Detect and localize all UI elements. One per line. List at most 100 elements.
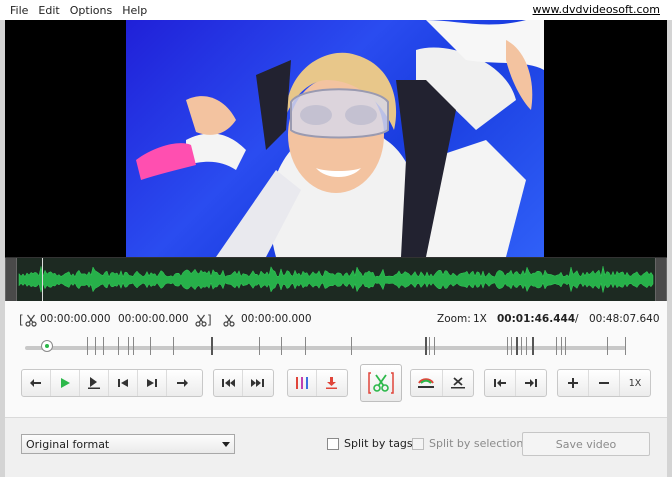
menu-edit[interactable]: Edit [33, 4, 64, 17]
time-row: [ 00:00:00.000 00:00:00.000 ] 00:00:00.0… [5, 313, 667, 329]
timeline-tick [173, 337, 174, 355]
play-selection-icon [88, 377, 100, 389]
timeline-tick [625, 337, 626, 355]
delete-segment-button[interactable] [443, 370, 474, 396]
zoom-value: 1X [473, 313, 487, 325]
fade-button[interactable] [411, 370, 443, 396]
start-scissors-icon[interactable] [25, 314, 37, 327]
step-forward-button[interactable] [167, 370, 196, 396]
jump-back-button[interactable] [214, 370, 243, 396]
timeline-tick [434, 337, 435, 355]
menu-file[interactable]: File [0, 4, 33, 17]
cut-icon [368, 372, 394, 394]
timeline-tick [95, 337, 96, 355]
play-selection-button[interactable] [80, 370, 109, 396]
output-panel: Original format Split by tags Split by s… [5, 417, 667, 472]
goto-controls [484, 369, 547, 397]
goto-end-button[interactable] [516, 370, 546, 396]
output-format-select[interactable]: Original format [21, 434, 235, 454]
time-separator: / [575, 313, 579, 325]
fast-forward-icon [251, 379, 264, 387]
split-by-tags-label: Split by tags [344, 437, 413, 450]
split-by-selections-option: Split by selections [412, 437, 529, 450]
play-icon [60, 378, 70, 388]
selection-start-bracket-icon[interactable]: [ [19, 313, 24, 327]
video-frame-image [136, 20, 544, 257]
split-by-selections-checkbox [412, 437, 424, 450]
timeline-slider-knob[interactable] [41, 340, 54, 352]
timeline-tick [425, 337, 427, 355]
timeline-tick [507, 337, 508, 355]
waveform-playhead [42, 258, 43, 302]
video-preview[interactable] [5, 20, 667, 257]
rewind-icon [221, 379, 235, 387]
split-markers-button[interactable] [288, 370, 317, 396]
next-frame-button[interactable] [138, 370, 167, 396]
cut-point-scissors-icon[interactable] [223, 314, 235, 327]
timeline-tick [351, 337, 352, 355]
split-by-tags-option[interactable]: Split by tags [327, 437, 413, 450]
audio-waveform[interactable] [5, 257, 667, 302]
zoom-out-icon [599, 382, 609, 384]
download-icon [326, 377, 337, 389]
split-by-selections-label: Split by selections [429, 437, 530, 450]
arrow-left-icon [30, 379, 41, 387]
edit-controls [410, 369, 474, 397]
total-duration: 00:48:07.640 [589, 313, 660, 325]
timeline-tick [429, 337, 430, 355]
jump-forward-button[interactable] [243, 370, 272, 396]
timeline-tick [281, 337, 282, 355]
menu-bar: File Edit Options Help www.dvdvideosoft.… [0, 0, 672, 20]
play-button[interactable] [51, 370, 80, 396]
timeline-tick [211, 337, 213, 355]
waveform-right-handle[interactable] [655, 258, 667, 302]
goto-end-icon [524, 379, 537, 387]
add-marker-button[interactable] [317, 370, 346, 396]
selection-start-time: 00:00:00.000 [40, 313, 111, 325]
timeline-tick [133, 337, 134, 355]
end-scissors-icon[interactable] [195, 314, 207, 327]
zoom-in-icon [568, 378, 578, 388]
fade-icon [418, 378, 435, 388]
selection-end-time: 00:00:00.000 [118, 313, 189, 325]
controls-panel: [ 00:00:00.000 00:00:00.000 ] 00:00:00.0… [5, 301, 667, 417]
goto-start-button[interactable] [485, 370, 516, 396]
menu-options[interactable]: Options [65, 4, 117, 17]
zoom-label: Zoom: [437, 313, 471, 325]
timeline-tick [150, 337, 151, 355]
current-time: 00:01:46.444 [497, 313, 576, 325]
next-frame-icon [147, 379, 157, 387]
jump-controls [213, 369, 274, 397]
prev-frame-icon [118, 379, 128, 387]
selection-end-bracket-icon[interactable]: ] [207, 313, 212, 327]
zoom-reset-button[interactable]: 1X [620, 370, 650, 396]
timeline-tick [87, 337, 88, 355]
marker-controls [287, 369, 348, 397]
timeline-tick [516, 337, 518, 355]
timeline-tick [521, 337, 522, 355]
arrow-right-icon [176, 379, 188, 387]
timeline-tick [526, 337, 527, 355]
playback-controls [21, 369, 203, 397]
menu-help[interactable]: Help [117, 4, 152, 17]
prev-frame-button[interactable] [109, 370, 138, 396]
website-link[interactable]: www.dvdvideosoft.com [533, 3, 660, 16]
waveform-graphic [18, 266, 654, 293]
timeline-track[interactable] [25, 337, 626, 355]
cut-button[interactable] [360, 364, 402, 402]
zoom-out-button[interactable] [589, 370, 620, 396]
timeline-tick [511, 337, 512, 355]
timeline-tick [305, 337, 306, 355]
delete-icon [450, 377, 465, 389]
step-back-button[interactable] [22, 370, 51, 396]
timeline-tick [532, 337, 534, 355]
timeline-tick [103, 337, 104, 355]
timeline-tick [565, 337, 566, 355]
video-frame [126, 20, 544, 257]
timeline-tick [556, 337, 557, 355]
timeline-tick [561, 337, 562, 355]
zoom-controls: 1X [557, 369, 651, 397]
split-by-tags-checkbox[interactable] [327, 437, 339, 450]
window-edge-right [667, 20, 672, 477]
zoom-in-button[interactable] [558, 370, 589, 396]
